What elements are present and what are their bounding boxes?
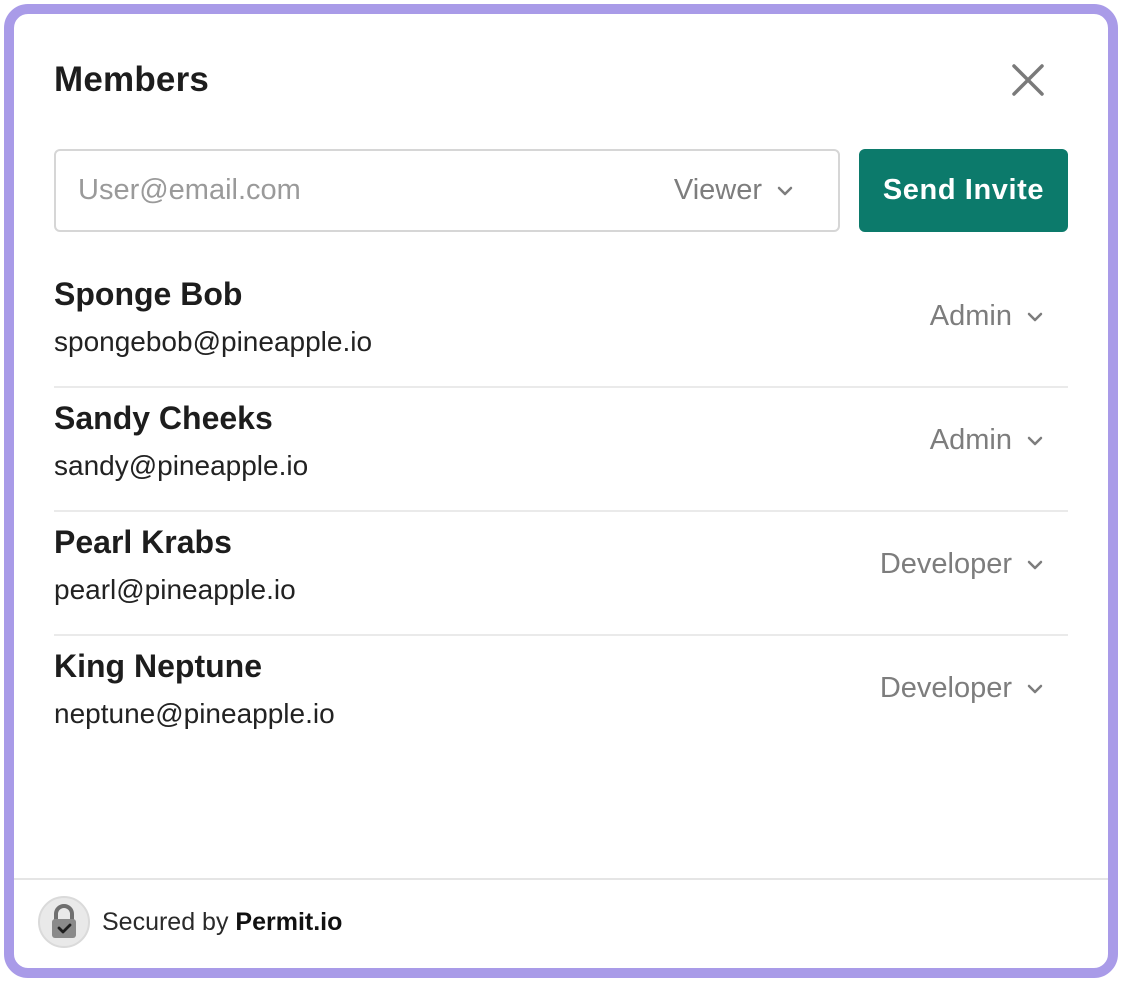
chevron-down-icon (1027, 684, 1043, 693)
secured-prefix: Secured by (102, 908, 229, 936)
member-role-label: Admin (929, 300, 1012, 332)
member-name: Sandy Cheeks (54, 400, 273, 436)
member-email: spongebob@pineapple.io (54, 326, 373, 357)
member-role-select[interactable]: Admin (930, 424, 1044, 457)
members-dialog: Members Viewer Send Invite Sponge Bob sp… (4, 4, 1118, 978)
member-row: Sandy Cheeks sandy@pineapple.io Admin (54, 388, 1068, 512)
members-list: Sponge Bob spongebob@pineapple.io Admin … (54, 264, 1068, 760)
close-icon (1012, 64, 1044, 96)
member-role-select[interactable]: Developer (880, 548, 1044, 581)
secured-by-text: Secured by Permit.io (102, 908, 342, 937)
member-email: sandy@pineapple.io (54, 450, 309, 481)
chevron-down-icon (777, 186, 793, 195)
member-row: Sponge Bob spongebob@pineapple.io Admin (54, 264, 1068, 388)
member-role-label: Admin (929, 424, 1012, 456)
chevron-down-icon (1027, 560, 1043, 569)
chevron-down-icon (1027, 436, 1043, 445)
invite-role-select[interactable]: Viewer (674, 151, 794, 230)
dialog-footer: Secured by Permit.io (14, 878, 1108, 968)
member-email: neptune@pineapple.io (54, 698, 335, 729)
member-name: King Neptune (54, 648, 262, 684)
dialog-title: Members (54, 60, 210, 99)
lock-icon (52, 904, 76, 938)
member-role-label: Developer (879, 548, 1012, 580)
member-role-label: Developer (879, 672, 1012, 704)
chevron-down-icon (1027, 312, 1043, 321)
lock-badge (38, 896, 90, 948)
member-row: Pearl Krabs pearl@pineapple.io Developer (54, 512, 1068, 636)
member-email: pearl@pineapple.io (54, 574, 296, 605)
permit-brand-link[interactable]: Permit.io (235, 908, 342, 936)
member-name: Pearl Krabs (54, 524, 232, 560)
invite-email-input[interactable] (78, 151, 638, 230)
invite-role-label: Viewer (673, 174, 762, 206)
member-name: Sponge Bob (54, 276, 243, 312)
invite-field: Viewer (54, 149, 840, 232)
member-row: King Neptune neptune@pineapple.io Develo… (54, 636, 1068, 760)
member-role-select[interactable]: Developer (880, 672, 1044, 705)
member-role-select[interactable]: Admin (930, 300, 1044, 333)
send-invite-button[interactable]: Send Invite (859, 149, 1068, 232)
invite-row: Viewer Send Invite (54, 149, 1068, 232)
dialog-header: Members (54, 50, 1068, 114)
close-button[interactable] (1008, 60, 1048, 100)
